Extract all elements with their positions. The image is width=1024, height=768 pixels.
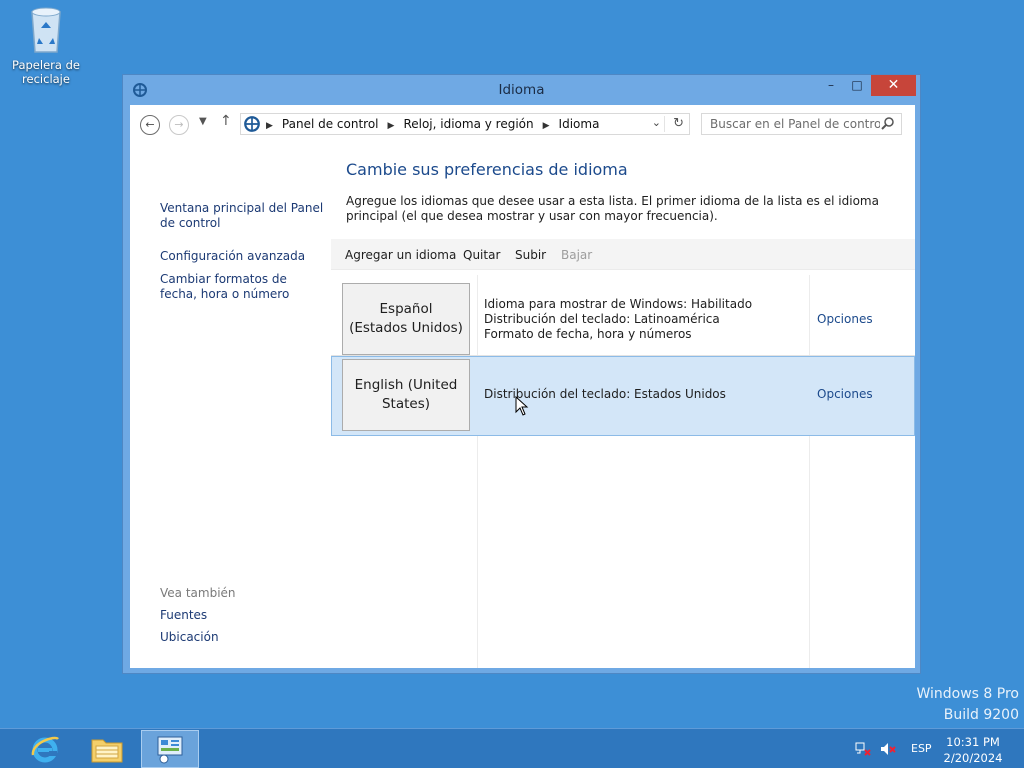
link-location[interactable]: Ubicación: [160, 630, 325, 644]
search-box[interactable]: [701, 113, 902, 135]
breadcrumb-language[interactable]: Idioma: [559, 117, 600, 131]
close-button[interactable]: ✕: [871, 75, 916, 96]
link-control-panel-home[interactable]: Ventana principal del Panel de control: [160, 201, 325, 231]
watermark-edition: Windows 8 Pro: [916, 686, 1019, 702]
title-bar[interactable]: Idioma – □ ✕: [123, 75, 920, 105]
left-navigation: Ventana principal del Panel de control C…: [160, 201, 325, 312]
language-tile[interactable]: Español (Estados Unidos): [342, 283, 470, 355]
move-up-button[interactable]: Subir: [515, 248, 546, 262]
watermark-build: Build 9200: [943, 707, 1019, 723]
language-row-selected[interactable]: English (United States) Distribución del…: [331, 356, 915, 436]
options-link[interactable]: Opciones: [817, 312, 873, 326]
breadcrumb-separator-icon[interactable]: ▶: [388, 121, 395, 131]
window-title: Idioma: [498, 82, 545, 98]
up-arrow-icon[interactable]: ↑: [220, 113, 232, 129]
breadcrumb-clock-region[interactable]: Reloj, idioma y región: [403, 117, 533, 131]
breadcrumb-separator-icon[interactable]: ▶: [266, 121, 273, 131]
refresh-icon[interactable]: ↻: [673, 116, 684, 131]
remove-button[interactable]: Quitar: [463, 248, 500, 262]
see-also-heading: Vea también: [160, 586, 236, 600]
language-tile[interactable]: English (United States): [342, 359, 470, 431]
options-link[interactable]: Opciones: [817, 387, 873, 401]
page-description: Agregue los idiomas que desee usar a est…: [346, 194, 879, 223]
move-down-button[interactable]: Bajar: [561, 248, 592, 262]
link-date-time-formats[interactable]: Cambiar formatos de fecha, hora o número: [160, 272, 325, 302]
breadcrumb: ▶ Panel de control ▶ Reloj, idioma y región…: [266, 117, 599, 131]
address-divider: [664, 116, 665, 132]
address-dropdown-icon[interactable]: ⌄: [652, 116, 661, 129]
os-watermark: Windows 8 Pro Build 9200: [916, 684, 1019, 726]
search-icon[interactable]: [881, 116, 895, 133]
mouse-cursor-icon: [515, 395, 529, 419]
language-window: Idioma – □ ✕ ← → ▼ ↑ ▶ Panel de control ▶ R…: [122, 74, 921, 674]
input-language-indicator[interactable]: ESP: [911, 742, 932, 755]
language-toolbar: Agregar un idioma Quitar Subir Bajar: [331, 239, 915, 270]
network-icon[interactable]: [855, 742, 871, 768]
taskbar-internet-explorer[interactable]: [16, 730, 74, 768]
taskbar-control-panel[interactable]: [141, 730, 199, 768]
add-language-button[interactable]: Agregar un idioma: [345, 248, 456, 262]
control-panel-icon: [157, 736, 183, 764]
taskbar-file-explorer[interactable]: [78, 730, 136, 768]
clock-time: 10:31 PM: [946, 735, 1000, 749]
see-also-section: Vea también Fuentes Ubicación: [160, 586, 325, 652]
minimize-button[interactable]: –: [817, 75, 845, 96]
detail-line: Formato de fecha, hora y números: [484, 327, 692, 341]
search-input[interactable]: [702, 114, 880, 134]
link-advanced-settings[interactable]: Configuración avanzada: [160, 249, 325, 264]
recent-pages-chevron-icon[interactable]: ▼: [199, 116, 207, 127]
language-details: Idioma para mostrar de Windows: Habilita…: [484, 297, 752, 342]
taskbar: ESP 10:31 PM 2/20/2024: [0, 728, 1024, 768]
recycle-bin-label: Papelera de reciclaje: [12, 58, 80, 86]
forward-button[interactable]: →: [169, 115, 189, 135]
address-bar[interactable]: ▶ Panel de control ▶ Reloj, idioma y región…: [240, 113, 690, 135]
recycle-bin-icon: [31, 7, 61, 53]
breadcrumb-separator-icon[interactable]: ▶: [543, 121, 550, 131]
breadcrumb-control-panel[interactable]: Panel de control: [282, 117, 379, 131]
language-list: Español (Estados Unidos) Idioma para mos…: [331, 275, 915, 668]
detail-line: Idioma para mostrar de Windows: Habilita…: [484, 297, 753, 311]
navigation-bar: ← → ▼ ↑ ▶ Panel de control ▶ Reloj, idioma …: [130, 105, 915, 145]
window-content: ← → ▼ ↑ ▶ Panel de control ▶ Reloj, idioma …: [130, 105, 915, 668]
back-button[interactable]: ←: [140, 115, 160, 135]
volume-muted-icon[interactable]: [880, 742, 896, 768]
system-clock[interactable]: 10:31 PM 2/20/2024: [940, 734, 1006, 766]
internet-explorer-icon: [31, 736, 59, 763]
detail-line: Distribución del teclado: Latinoamérica: [484, 312, 720, 326]
folder-icon: [91, 739, 123, 763]
maximize-button[interactable]: □: [843, 75, 871, 96]
recycle-bin[interactable]: Papelera de reciclaje: [8, 6, 84, 86]
link-fonts[interactable]: Fuentes: [160, 608, 325, 622]
page-title: Cambie sus preferencias de idioma: [346, 160, 628, 179]
language-row[interactable]: Español (Estados Unidos) Idioma para mos…: [331, 275, 915, 356]
control-panel-icon: [243, 115, 261, 136]
clock-date: 2/20/2024: [943, 751, 1003, 765]
